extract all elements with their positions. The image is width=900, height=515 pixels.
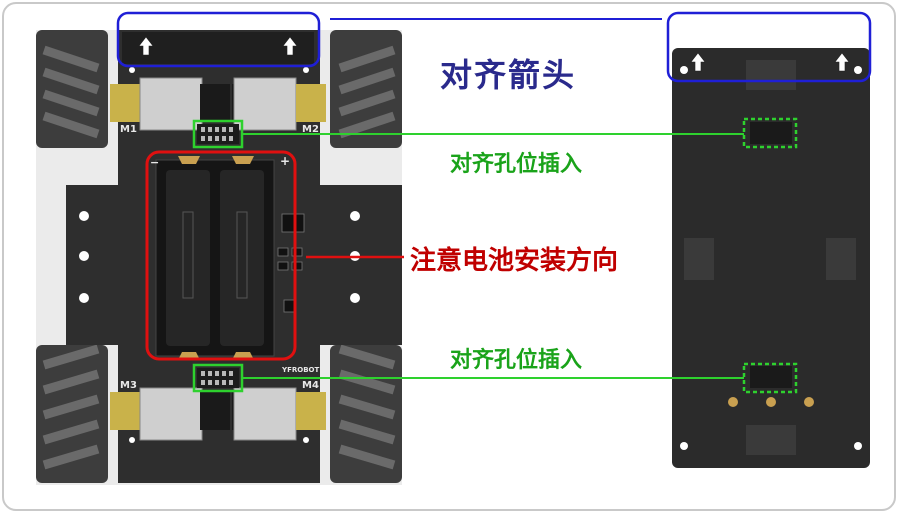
battery-holder bbox=[155, 156, 275, 360]
slot-align-label-top: 对齐孔位插入 bbox=[450, 152, 583, 177]
wheel-front-right bbox=[330, 30, 402, 148]
arrow-align-label: 对齐箭头 bbox=[440, 56, 577, 94]
front-arrow-strip bbox=[122, 32, 314, 64]
battery-direction-label: 注意电池安装方向 bbox=[410, 246, 619, 276]
main-header-top bbox=[197, 124, 239, 144]
battery-minus-mark: − bbox=[150, 156, 160, 169]
wheel-rear-left bbox=[36, 344, 108, 483]
brand-silkscreen: YFROBOT bbox=[282, 366, 320, 374]
battery-plus-mark: + bbox=[280, 154, 291, 168]
main-header-bottom bbox=[197, 368, 239, 388]
wheel-rear-right bbox=[330, 344, 402, 483]
slot-align-label-bottom: 对齐孔位插入 bbox=[450, 348, 583, 373]
motor-label-m3: M3 bbox=[120, 380, 137, 391]
motor-label-m1: M1 bbox=[120, 124, 137, 135]
motor-label-m4: M4 bbox=[302, 380, 319, 391]
wheel-front-left bbox=[36, 30, 108, 148]
motor-label-m2: M2 bbox=[302, 124, 319, 135]
